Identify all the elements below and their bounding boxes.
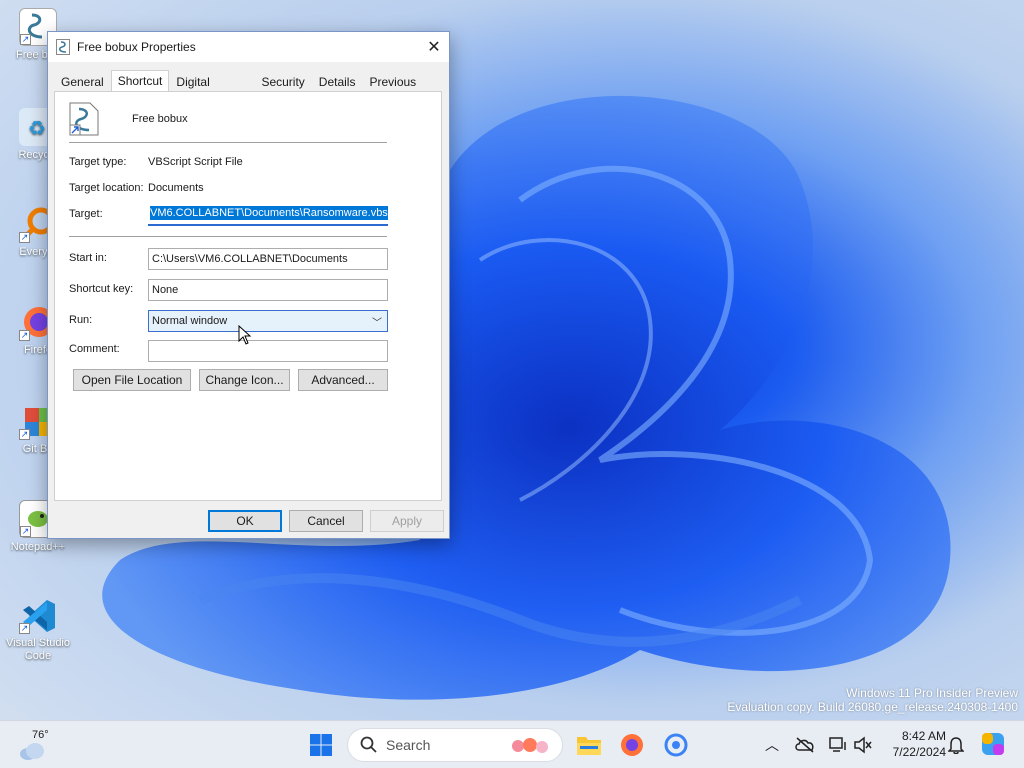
ok-button[interactable]: OK <box>208 510 282 532</box>
mouse-cursor-icon <box>238 325 252 345</box>
desktop-icon-label: Visual Studio Code <box>5 637 70 662</box>
target-location-label: Target location: <box>69 182 144 194</box>
clock-time: 8:42 AM <box>901 729 946 743</box>
weather-widget[interactable]: 76° <box>14 727 64 763</box>
advanced-button[interactable]: Advanced... <box>298 369 388 391</box>
close-button[interactable]: ✕ <box>419 32 449 62</box>
browser-icon <box>664 733 688 757</box>
onedrive-offline-icon[interactable] <box>795 736 815 754</box>
taskbar-search[interactable]: Search <box>347 728 563 762</box>
run-selected-value: Normal window <box>152 315 228 327</box>
windows-logo-icon <box>310 734 332 756</box>
clock-date: 7/22/2024 <box>892 745 946 759</box>
volume-muted-icon[interactable] <box>853 736 873 754</box>
tab-previous-versions[interactable]: Previous Versions <box>362 72 449 107</box>
start-button[interactable] <box>305 729 337 761</box>
cancel-button[interactable]: Cancel <box>289 510 363 532</box>
chevron-down-icon: ﹀ <box>372 318 382 329</box>
change-icon-button[interactable]: Change Icon... <box>199 369 290 391</box>
separator <box>69 142 387 143</box>
start-in-input[interactable]: C:\Users\VM6.COLLABNET\Documents <box>148 248 388 270</box>
taskbar-firefox[interactable] <box>616 729 648 761</box>
firefox-icon <box>621 734 643 756</box>
close-icon: ✕ <box>427 39 441 56</box>
chevron-up-icon[interactable]: ︿ <box>765 735 779 755</box>
windows-watermark: Windows 11 Pro Insider Preview Evaluatio… <box>727 686 1018 714</box>
tab-strip: General Shortcut Digital Signatures Secu… <box>54 70 449 107</box>
taskbar-clock[interactable]: 8:42 AM 7/22/2024 <box>878 728 946 760</box>
folder-icon <box>577 737 601 755</box>
target-label: Target: <box>69 208 103 220</box>
run-label: Run: <box>69 314 93 326</box>
shortcut-key-label: Shortcut key: <box>69 283 134 295</box>
watermark-line2: Evaluation copy. Build 26080.ge_release.… <box>727 700 1018 714</box>
taskbar-browser[interactable] <box>660 729 692 761</box>
vbscript-file-icon <box>56 39 70 55</box>
dialog-titlebar[interactable]: Free bobux Properties ✕ <box>48 32 449 62</box>
tab-details[interactable]: Details <box>312 72 363 92</box>
run-dropdown[interactable]: Normal window ﹀ <box>148 310 388 332</box>
shortcut-key-input[interactable]: None <box>148 279 388 301</box>
search-icon <box>360 736 377 753</box>
file-name: Free bobux <box>132 113 188 125</box>
vscode-icon: ↗ <box>19 596 57 634</box>
notification-bell-icon[interactable] <box>948 736 964 754</box>
search-label: Search <box>386 737 431 753</box>
copilot-icon[interactable] <box>980 731 1006 757</box>
target-location-value: Documents <box>148 182 204 194</box>
properties-dialog: Free bobux Properties ✕ General Shortcut… <box>47 31 450 539</box>
desktop-icon-label: Notepad++ <box>10 541 66 553</box>
vbscript-file-icon <box>69 102 99 136</box>
open-file-location-button[interactable]: Open File Location <box>73 369 191 391</box>
apply-button[interactable]: Apply <box>370 510 444 532</box>
separator <box>69 236 387 237</box>
watermark-line1: Windows 11 Pro Insider Preview <box>846 686 1018 700</box>
target-type-value: VBScript Script File <box>148 156 243 168</box>
taskbar: 76° Search ︿ 8:42 AM 7/22/2024 <box>0 720 1024 768</box>
network-icon[interactable] <box>828 736 848 754</box>
taskbar-file-explorer[interactable] <box>573 729 605 761</box>
start-in-label: Start in: <box>69 252 107 264</box>
weather-temp: 76° <box>32 729 49 741</box>
dialog-title: Free bobux Properties <box>77 40 196 54</box>
tab-digital-signatures[interactable]: Digital Signatures <box>169 72 254 107</box>
target-input[interactable]: VM6.COLLABNET\Documents\Ransomware.vbs <box>148 204 388 226</box>
cloud-icon <box>20 743 44 760</box>
tab-security[interactable]: Security <box>254 72 311 92</box>
target-selected-text: VM6.COLLABNET\Documents\Ransomware.vbs <box>150 206 388 220</box>
desktop-icon-vscode[interactable]: ↗ Visual Studio Code <box>2 596 74 663</box>
comment-label: Comment: <box>69 343 120 355</box>
svg-text:♻: ♻ <box>28 118 46 140</box>
tab-general[interactable]: General <box>54 72 111 92</box>
target-type-label: Target type: <box>69 156 127 168</box>
search-highlight-icon <box>512 738 548 753</box>
comment-input[interactable] <box>148 340 388 362</box>
tab-shortcut[interactable]: Shortcut <box>110 70 170 92</box>
shortcut-panel: Free bobux Target type: VBScript Script … <box>54 91 442 501</box>
